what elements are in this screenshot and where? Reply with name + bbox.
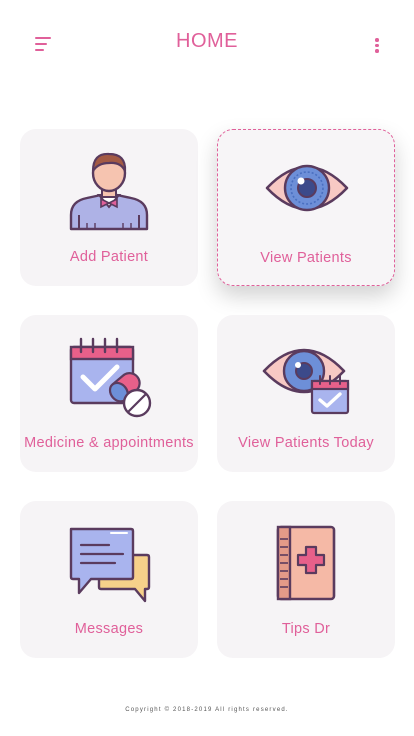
doctor-person-icon: [69, 152, 149, 231]
add-patient-label: Add Patient: [69, 249, 149, 265]
messages-label: Messages: [74, 621, 144, 637]
medicine-appointments-card[interactable]: Medicine & appointments: [20, 315, 198, 472]
eye-calendar-icon: [262, 348, 350, 415]
page-title: HOME: [176, 30, 238, 52]
tips-dr-card[interactable]: Tips Dr: [217, 501, 395, 658]
add-patient-card[interactable]: Add Patient: [20, 129, 198, 286]
view-patients-label: View Patients: [260, 250, 352, 266]
calendar-pills-icon: [69, 337, 152, 418]
tips-dr-label: Tips Dr: [281, 621, 331, 637]
medical-book-icon: [276, 525, 336, 601]
chat-bubbles-icon: [69, 527, 151, 603]
app-bar: HOME: [0, 0, 414, 84]
medicine-appointments-label: Medicine & appointments: [24, 435, 194, 451]
view-patients-today-label: View Patients Today: [238, 435, 374, 451]
view-patients-card[interactable]: View Patients: [217, 129, 395, 286]
eye-icon: [265, 164, 349, 212]
messages-card[interactable]: Messages: [20, 501, 198, 658]
copyright-footer: Copyright © 2018-2019 All rights reserve…: [125, 707, 289, 713]
more-vertical-icon[interactable]: [368, 34, 386, 56]
view-patients-today-card[interactable]: View Patients Today: [217, 315, 395, 472]
